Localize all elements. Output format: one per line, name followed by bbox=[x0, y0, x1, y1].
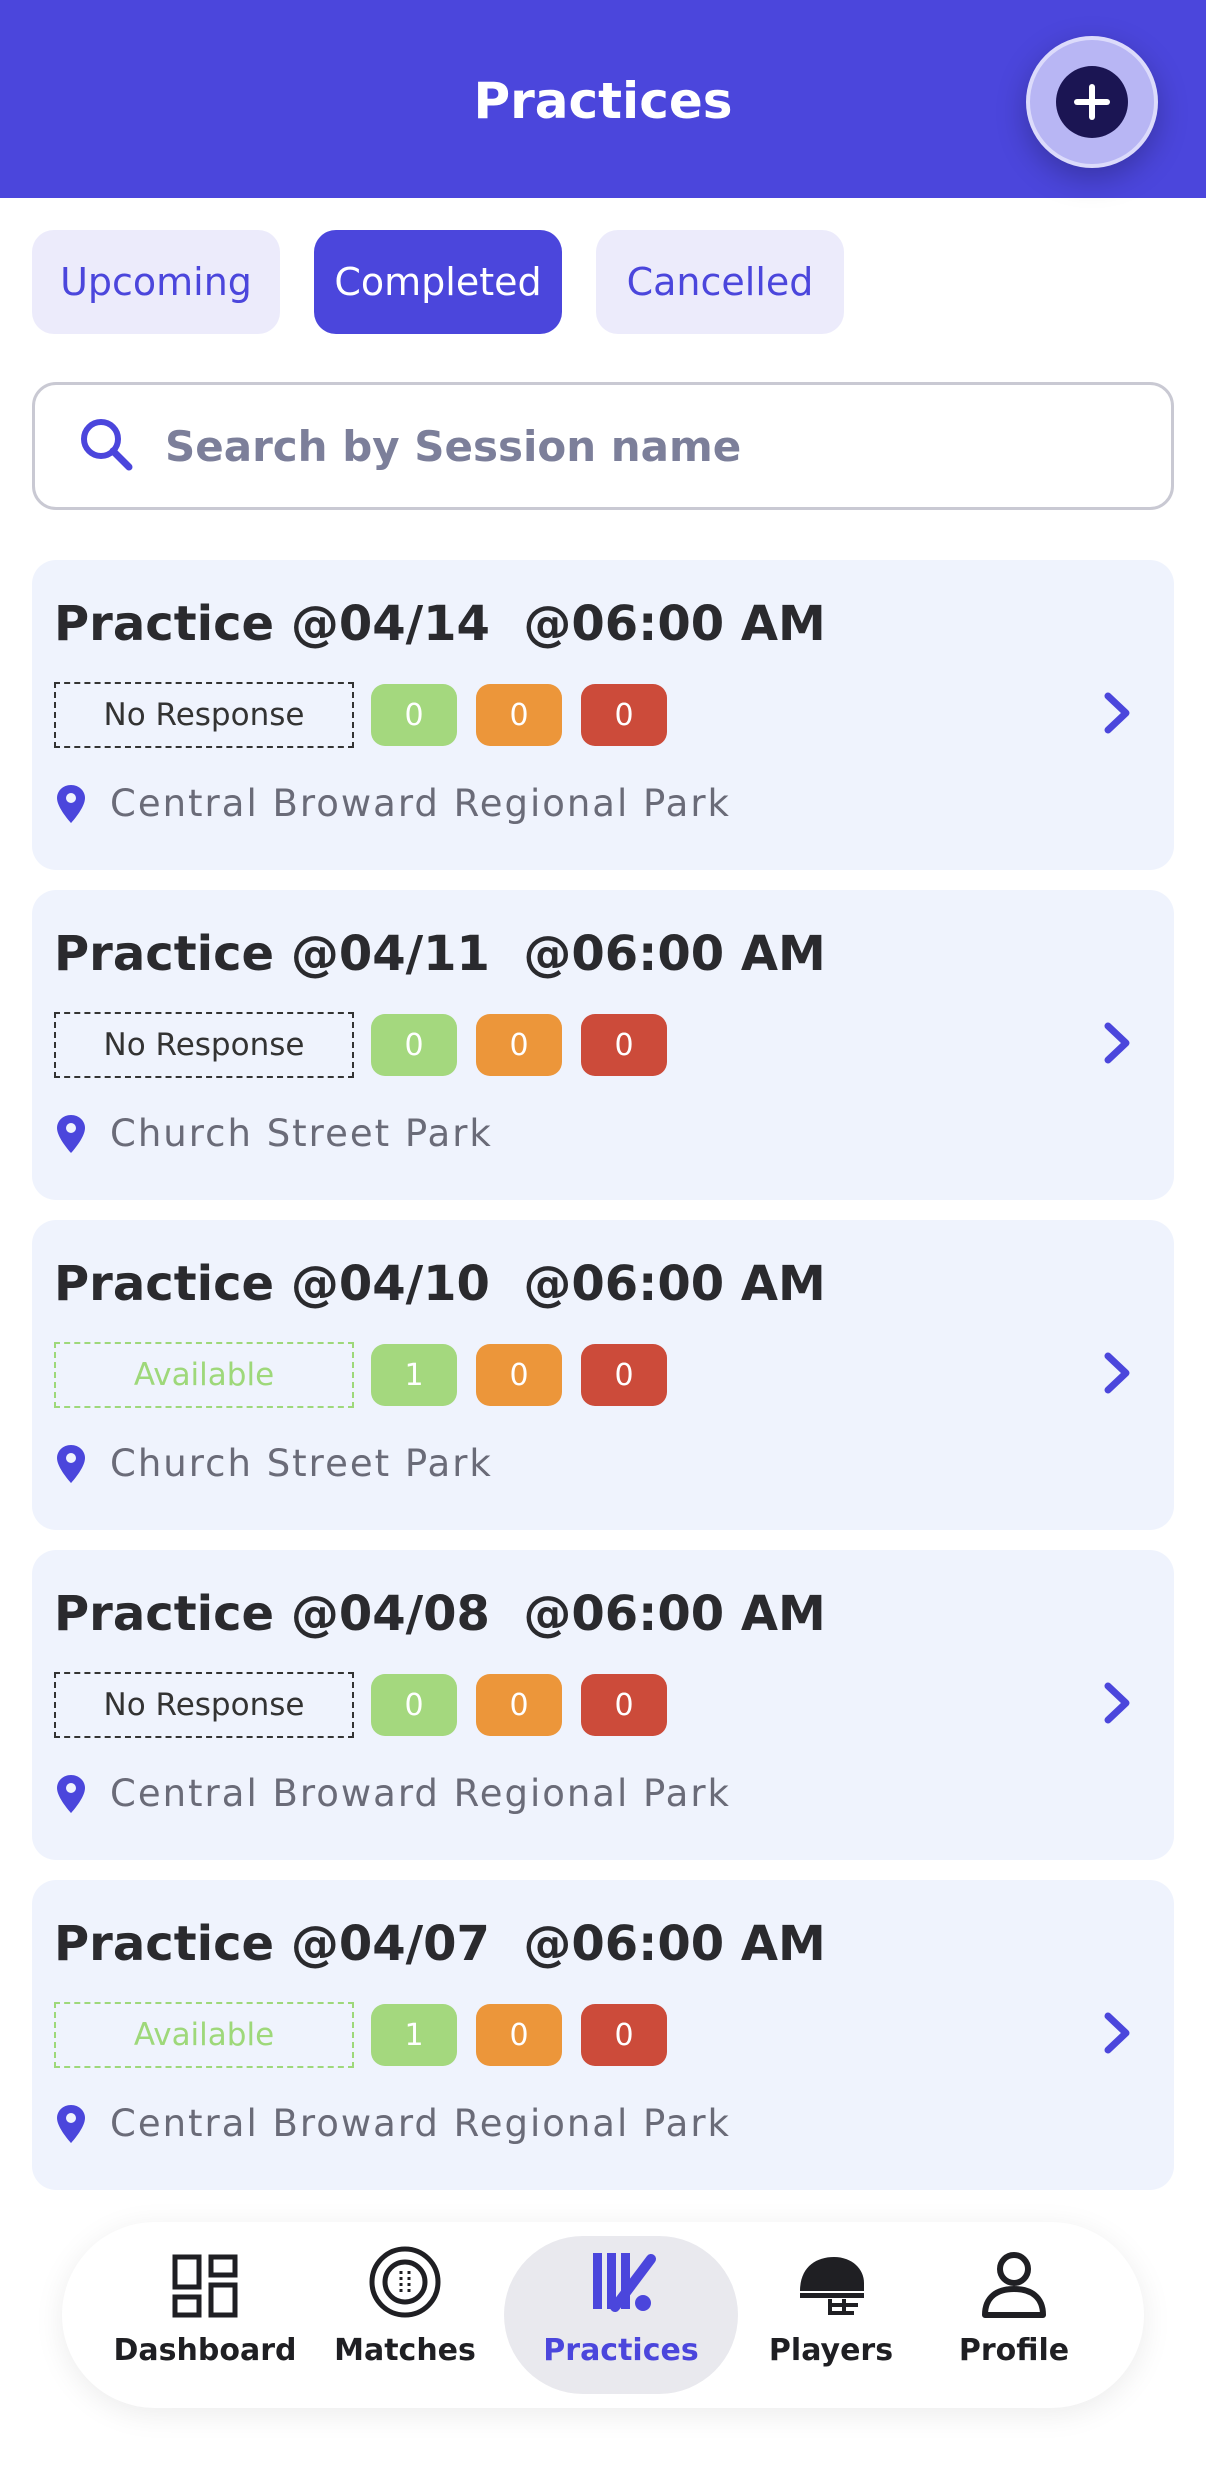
search-icon bbox=[77, 415, 135, 478]
practice-title: Practice @04/10 @06:00 AM bbox=[54, 1256, 826, 1312]
available-count-badge: 1 bbox=[371, 2004, 457, 2066]
available-count-badge: 0 bbox=[371, 1014, 457, 1076]
maybe-count-badge: 0 bbox=[476, 2004, 562, 2066]
maybe-count-badge: 0 bbox=[476, 1344, 562, 1406]
app-header: Practices bbox=[0, 0, 1206, 198]
nav-label: Practices bbox=[543, 2333, 699, 2368]
practice-card[interactable]: Practice @04/08 @06:00 AM No Response 0 … bbox=[32, 1550, 1174, 1860]
nav-practices[interactable]: Practices bbox=[504, 2236, 738, 2394]
nav-matches[interactable]: Matches bbox=[324, 2236, 486, 2394]
practice-title: Practice @04/07 @06:00 AM bbox=[54, 1916, 826, 1972]
chevron-right-icon[interactable] bbox=[1100, 2008, 1134, 2058]
location: Central Broward Regional Park bbox=[54, 782, 731, 825]
location-name: Central Broward Regional Park bbox=[110, 2102, 731, 2145]
location-name: Central Broward Regional Park bbox=[110, 782, 731, 825]
location: Church Street Park bbox=[54, 1112, 493, 1155]
search-input[interactable] bbox=[165, 421, 1065, 471]
nav-label: Players bbox=[768, 2333, 894, 2368]
practice-title: Practice @04/11 @06:00 AM bbox=[54, 926, 826, 982]
search-bar bbox=[32, 382, 1174, 510]
location-pin-icon bbox=[57, 784, 85, 823]
practice-title: Practice @04/08 @06:00 AM bbox=[54, 1586, 826, 1642]
nav-label: Dashboard bbox=[113, 2333, 297, 2368]
available-count-badge: 1 bbox=[371, 1344, 457, 1406]
plus-icon bbox=[1056, 66, 1128, 138]
unavailable-count-badge: 0 bbox=[581, 1674, 667, 1736]
unavailable-count-badge: 0 bbox=[581, 1014, 667, 1076]
filter-tabs: Upcoming Completed Cancelled bbox=[32, 230, 844, 334]
tab-completed[interactable]: Completed bbox=[314, 230, 562, 334]
cricket-bat-icon bbox=[593, 2253, 656, 2312]
location: Central Broward Regional Park bbox=[54, 2102, 731, 2145]
location-name: Church Street Park bbox=[110, 1112, 493, 1155]
available-count-badge: 0 bbox=[371, 1674, 457, 1736]
practice-card[interactable]: Practice @04/11 @06:00 AM No Response 0 … bbox=[32, 890, 1174, 1200]
maybe-count-badge: 0 bbox=[476, 1014, 562, 1076]
location-pin-icon bbox=[57, 1114, 85, 1153]
maybe-count-badge: 0 bbox=[476, 1674, 562, 1736]
location-name: Church Street Park bbox=[110, 1442, 493, 1485]
chevron-right-icon[interactable] bbox=[1100, 688, 1134, 738]
helmet-icon bbox=[800, 2257, 864, 2315]
nav-players[interactable]: Players bbox=[752, 2236, 910, 2394]
unavailable-count-badge: 0 bbox=[581, 2004, 667, 2066]
nav-profile[interactable]: Profile bbox=[932, 2236, 1096, 2394]
bottom-nav: Dashboard Matches Practices Players Prof… bbox=[62, 2222, 1144, 2408]
status-badge: No Response bbox=[54, 1672, 354, 1738]
practice-card[interactable]: Practice @04/07 @06:00 AM Available 1 0 … bbox=[32, 1880, 1174, 2190]
nav-dashboard[interactable]: Dashboard bbox=[102, 2236, 308, 2394]
status-badge: Available bbox=[54, 1342, 354, 1408]
chevron-right-icon[interactable] bbox=[1100, 1018, 1134, 1068]
chevron-right-icon[interactable] bbox=[1100, 1678, 1134, 1728]
location-pin-icon bbox=[57, 2104, 85, 2143]
nav-label: Matches bbox=[334, 2333, 476, 2368]
nav-label: Profile bbox=[958, 2333, 1070, 2368]
add-practice-button[interactable] bbox=[1026, 36, 1158, 168]
status-badge: Available bbox=[54, 2002, 354, 2068]
practice-card[interactable]: Practice @04/10 @06:00 AM Available 1 0 … bbox=[32, 1220, 1174, 1530]
practice-list: Practice @04/14 @06:00 AM No Response 0 … bbox=[32, 560, 1174, 2210]
practices-screen: Practices Upcoming Completed Cancelled P… bbox=[0, 0, 1206, 2472]
maybe-count-badge: 0 bbox=[476, 684, 562, 746]
location-pin-icon bbox=[57, 1444, 85, 1483]
practice-card[interactable]: Practice @04/14 @06:00 AM No Response 0 … bbox=[32, 560, 1174, 870]
chevron-right-icon[interactable] bbox=[1100, 1348, 1134, 1398]
cricket-ball-icon bbox=[369, 2246, 441, 2318]
status-badge: No Response bbox=[54, 1012, 354, 1078]
tab-cancelled[interactable]: Cancelled bbox=[596, 230, 844, 334]
practice-title: Practice @04/14 @06:00 AM bbox=[54, 596, 826, 652]
person-icon bbox=[982, 2252, 1046, 2318]
unavailable-count-badge: 0 bbox=[581, 1344, 667, 1406]
location: Central Broward Regional Park bbox=[54, 1772, 731, 1815]
location-pin-icon bbox=[57, 1774, 85, 1813]
unavailable-count-badge: 0 bbox=[581, 684, 667, 746]
status-badge: No Response bbox=[54, 682, 354, 748]
available-count-badge: 0 bbox=[371, 684, 457, 746]
location-name: Central Broward Regional Park bbox=[110, 1772, 731, 1815]
location: Church Street Park bbox=[54, 1442, 493, 1485]
tab-upcoming[interactable]: Upcoming bbox=[32, 230, 280, 334]
dashboard-icon bbox=[172, 2254, 238, 2318]
